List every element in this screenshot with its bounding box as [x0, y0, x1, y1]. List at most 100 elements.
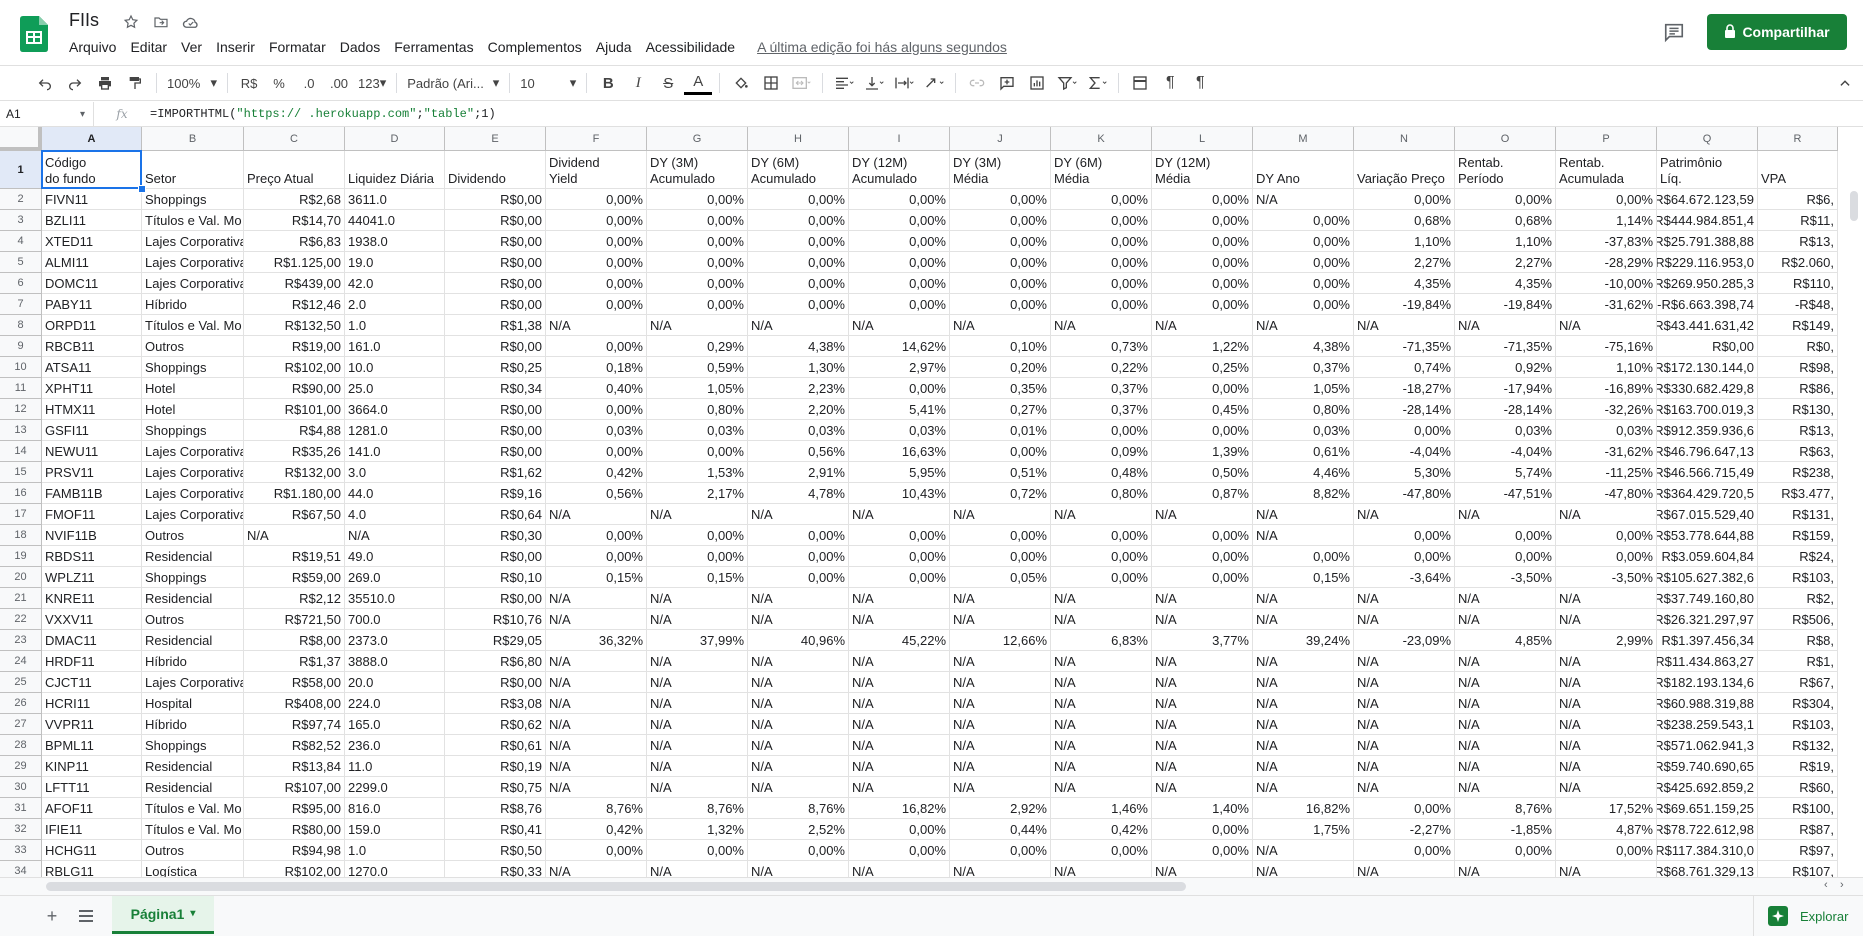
row-header[interactable]: 21: [0, 588, 42, 609]
data-cell[interactable]: Residencial: [142, 777, 244, 798]
data-cell[interactable]: 0,00%: [849, 294, 950, 315]
data-cell[interactable]: N/A: [748, 756, 849, 777]
data-cell[interactable]: R$0,00: [445, 231, 546, 252]
increase-decimals-button[interactable]: .00: [325, 70, 353, 96]
menu-acessibilidade[interactable]: Acessibilidade: [639, 37, 743, 57]
data-cell[interactable]: 0,68%: [1455, 210, 1556, 231]
data-cell[interactable]: NEWU11: [42, 441, 142, 462]
data-cell[interactable]: AFOF11: [42, 798, 142, 819]
data-cell[interactable]: N/A: [950, 672, 1051, 693]
data-cell[interactable]: N/A: [849, 672, 950, 693]
data-cell[interactable]: 0,00%: [849, 567, 950, 588]
data-cell[interactable]: 0,03%: [546, 420, 647, 441]
bold-button[interactable]: B: [594, 70, 622, 96]
data-cell[interactable]: R$69.651.159,25: [1657, 798, 1758, 819]
data-cell[interactable]: N/A: [1152, 651, 1253, 672]
menu-formatar[interactable]: Formatar: [262, 37, 333, 57]
data-cell[interactable]: R$13,84: [244, 756, 345, 777]
data-cell[interactable]: 0,00%: [1253, 231, 1354, 252]
data-cell[interactable]: R$330.682.429,8: [1657, 378, 1758, 399]
data-cell[interactable]: N/A: [1556, 651, 1657, 672]
data-cell[interactable]: R$8,76: [445, 798, 546, 819]
data-cell[interactable]: 0,03%: [1556, 420, 1657, 441]
data-cell[interactable]: 0,92%: [1455, 357, 1556, 378]
data-cell[interactable]: N/A: [546, 504, 647, 525]
data-cell[interactable]: Residencial: [142, 588, 244, 609]
paragraph-ltr-icon[interactable]: ¶: [1156, 70, 1184, 96]
paragraph-rtl-icon[interactable]: ¶: [1186, 70, 1214, 96]
filter-icon[interactable]: [1053, 70, 1081, 96]
data-cell[interactable]: R$1,38: [445, 315, 546, 336]
data-cell[interactable]: 2.0: [345, 294, 445, 315]
data-cell[interactable]: 0,15%: [647, 567, 748, 588]
data-cell[interactable]: 0,10%: [950, 336, 1051, 357]
row-header[interactable]: 10: [0, 357, 42, 378]
data-cell[interactable]: 1,10%: [1354, 231, 1455, 252]
data-cell[interactable]: N/A: [1455, 693, 1556, 714]
data-cell[interactable]: Outros: [142, 525, 244, 546]
data-cell[interactable]: 1,14%: [1556, 210, 1657, 231]
data-cell[interactable]: Lajes Corporativa: [142, 504, 244, 525]
data-cell[interactable]: N/A: [748, 735, 849, 756]
data-cell[interactable]: 0,00%: [1556, 546, 1657, 567]
data-cell[interactable]: -28,14%: [1455, 399, 1556, 420]
row-header[interactable]: 9: [0, 336, 42, 357]
data-cell[interactable]: N/A: [1051, 315, 1152, 336]
data-cell[interactable]: R$90,00: [244, 378, 345, 399]
data-cell[interactable]: R$82,52: [244, 735, 345, 756]
data-cell[interactable]: N/A: [1455, 672, 1556, 693]
document-title[interactable]: FIIs: [69, 10, 99, 31]
data-cell[interactable]: R$4,88: [244, 420, 345, 441]
horizontal-align-icon[interactable]: [830, 70, 858, 96]
data-cell[interactable]: N/A: [1354, 777, 1455, 798]
data-cell[interactable]: R$0,00: [445, 210, 546, 231]
data-cell[interactable]: 161.0: [345, 336, 445, 357]
functions-icon[interactable]: [1083, 70, 1111, 96]
data-cell[interactable]: R$53.778.644,88: [1657, 525, 1758, 546]
data-cell[interactable]: N/A: [1556, 756, 1657, 777]
data-cell[interactable]: Lajes Corporativa: [142, 231, 244, 252]
data-cell[interactable]: 0,00%: [1455, 189, 1556, 210]
data-cell[interactable]: 0,37%: [1051, 399, 1152, 420]
data-cell[interactable]: R$1,62: [445, 462, 546, 483]
header-cell[interactable]: Rentab. Acumulada: [1556, 151, 1657, 189]
data-cell[interactable]: 2373.0: [345, 630, 445, 651]
data-cell[interactable]: R$3,08: [445, 693, 546, 714]
data-cell[interactable]: 1,40%: [1152, 798, 1253, 819]
data-cell[interactable]: R$102,00: [244, 357, 345, 378]
data-cell[interactable]: HCRI11: [42, 693, 142, 714]
data-cell[interactable]: KNRE11: [42, 588, 142, 609]
data-cell[interactable]: 0,00%: [546, 210, 647, 231]
data-cell[interactable]: R$94,98: [244, 840, 345, 861]
row-header[interactable]: 4: [0, 231, 42, 252]
data-cell[interactable]: R$59,00: [244, 567, 345, 588]
data-cell[interactable]: R$0,00: [445, 399, 546, 420]
data-cell[interactable]: 0,00%: [1051, 294, 1152, 315]
data-cell[interactable]: R$0,41: [445, 819, 546, 840]
row-header[interactable]: 19: [0, 546, 42, 567]
data-cell[interactable]: 1,10%: [1556, 357, 1657, 378]
last-edit-link[interactable]: A última edição foi hás alguns segundos: [750, 37, 1014, 57]
data-cell[interactable]: N/A: [1556, 777, 1657, 798]
header-cell[interactable]: Setor: [142, 151, 244, 189]
data-cell[interactable]: DMAC11: [42, 630, 142, 651]
header-cell[interactable]: Dividendo: [445, 151, 546, 189]
row-header[interactable]: 33: [0, 840, 42, 861]
data-cell[interactable]: R$408,00: [244, 693, 345, 714]
data-cell[interactable]: 0,00%: [1152, 273, 1253, 294]
data-cell[interactable]: 0,00%: [647, 252, 748, 273]
row-header[interactable]: 31: [0, 798, 42, 819]
data-cell[interactable]: -10,00%: [1556, 273, 1657, 294]
data-cell[interactable]: 236.0: [345, 735, 445, 756]
data-cell[interactable]: R$1,37: [244, 651, 345, 672]
row-header[interactable]: 28: [0, 735, 42, 756]
data-cell[interactable]: R$97,74: [244, 714, 345, 735]
row-header[interactable]: 12: [0, 399, 42, 420]
data-cell[interactable]: 8,76%: [748, 798, 849, 819]
data-cell[interactable]: R$0,61: [445, 735, 546, 756]
data-cell[interactable]: 0,00%: [748, 210, 849, 231]
data-cell[interactable]: R$80,00: [244, 819, 345, 840]
data-cell[interactable]: -16,89%: [1556, 378, 1657, 399]
data-cell[interactable]: Shoppings: [142, 420, 244, 441]
data-cell[interactable]: Hotel: [142, 378, 244, 399]
